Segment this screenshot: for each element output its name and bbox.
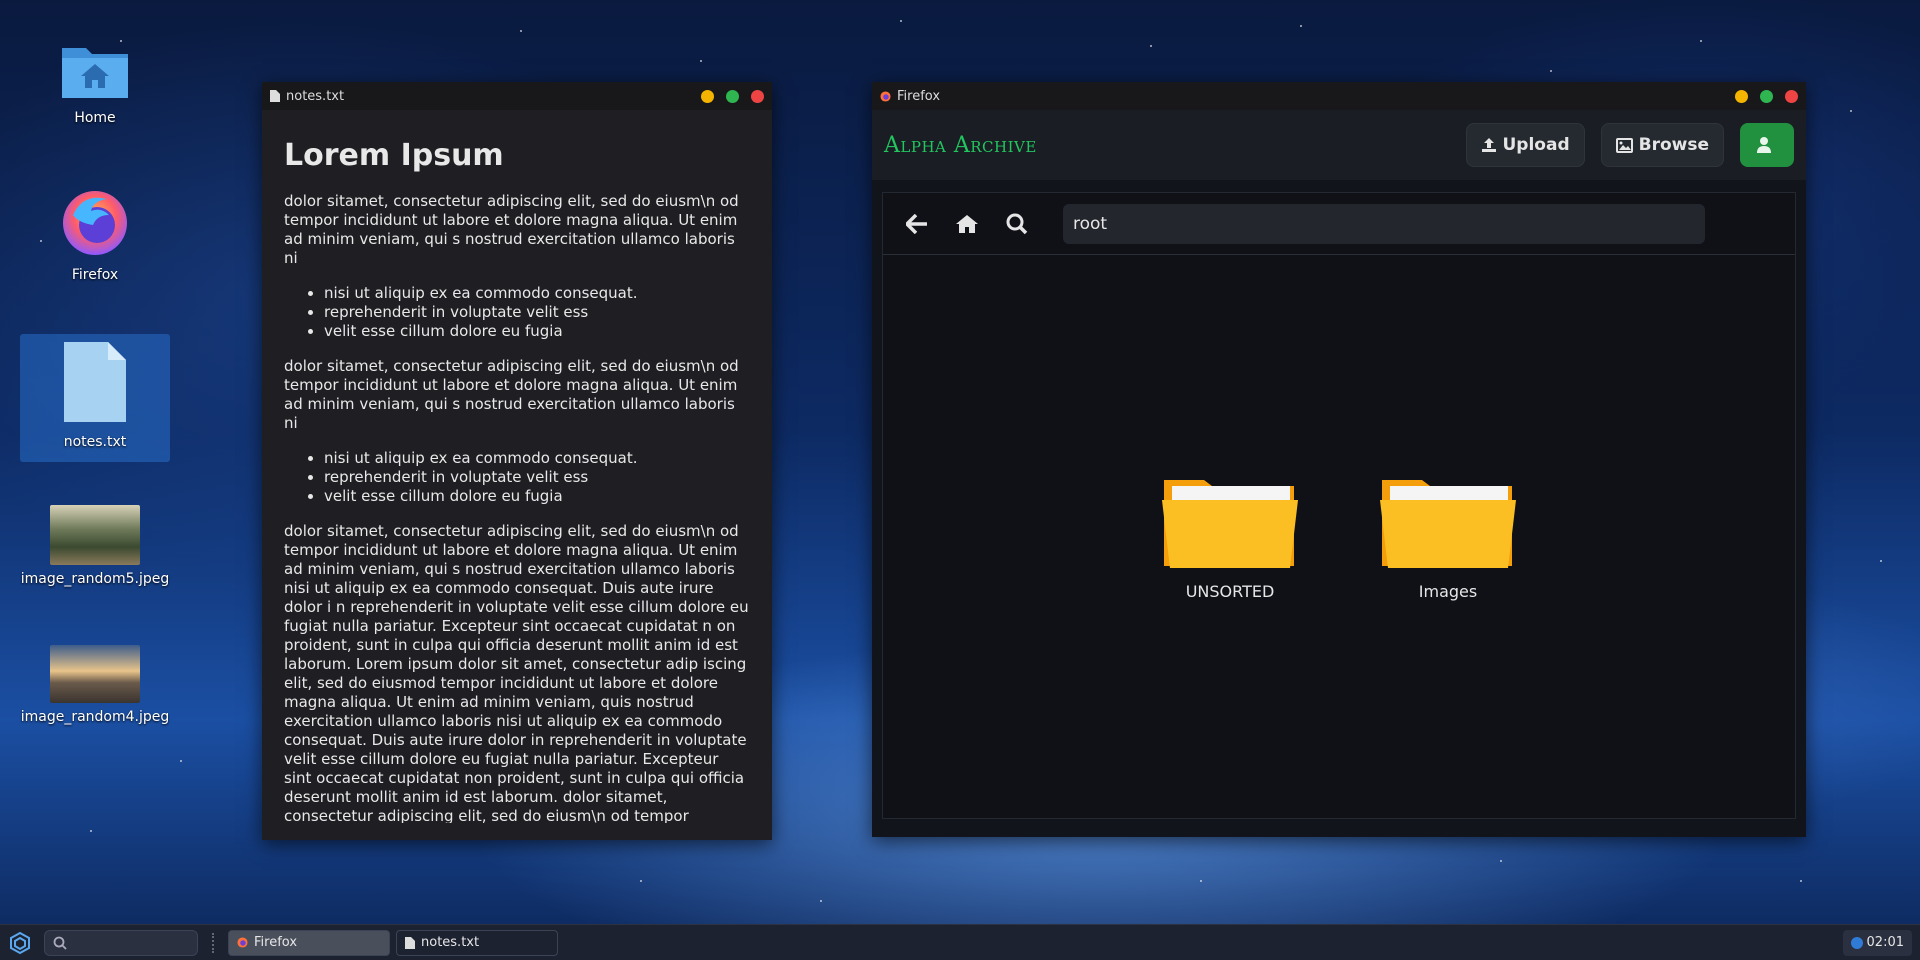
- window-title: Firefox: [897, 88, 941, 104]
- start-menu-icon[interactable]: [8, 931, 32, 955]
- firefox-icon: [63, 191, 127, 255]
- browse-label: Browse: [1638, 135, 1709, 155]
- file-icon: [405, 936, 415, 949]
- notes-paragraph: dolor sitamet, consectetur adipiscing el…: [284, 357, 739, 432]
- notes-window: notes.txt Lorem Ipsum dolor sitamet, con…: [262, 82, 772, 840]
- list-item: nisi ut aliquip ex ea commodo consequat.: [324, 449, 750, 468]
- desktop-icon-image5[interactable]: image_random5.jpeg: [20, 505, 170, 605]
- folder-label: UNSORTED: [1185, 582, 1275, 601]
- notes-list: nisi ut aliquip ex ea commodo consequat.…: [324, 449, 750, 506]
- folder-item[interactable]: Images: [1373, 478, 1523, 601]
- image-thumbnail: [50, 645, 140, 703]
- clock-time: 02:01: [1866, 935, 1904, 950]
- image-icon: [1615, 137, 1633, 153]
- list-item: velit esse cillum dolore eu fugia: [324, 487, 750, 506]
- taskbar: Firefox notes.txt 02:01: [0, 924, 1920, 960]
- desktop-icon-image4[interactable]: image_random4.jpeg: [20, 645, 170, 745]
- home-button[interactable]: [953, 210, 981, 238]
- web-page: Alpha Archive Upload Browse root UNSORTE…: [872, 110, 1806, 837]
- app-header: Alpha Archive Upload Browse: [872, 110, 1806, 180]
- list-item: nisi ut aliquip ex ea commodo consequat.: [324, 284, 750, 303]
- image-thumbnail: [50, 505, 140, 565]
- search-button[interactable]: [1003, 210, 1031, 238]
- notes-list: nisi ut aliquip ex ea commodo consequat.…: [324, 284, 750, 341]
- search-icon: [53, 936, 67, 950]
- arrow-left-icon: [906, 213, 927, 234]
- browse-button[interactable]: Browse: [1600, 123, 1724, 167]
- taskbar-item-notes[interactable]: notes.txt: [396, 929, 558, 956]
- desktop-icon-firefox[interactable]: Firefox: [20, 185, 170, 295]
- folder-icon: [1380, 480, 1516, 568]
- firefox-titlebar[interactable]: Firefox: [872, 82, 1806, 110]
- home-folder-icon: [62, 48, 128, 98]
- list-item: reprehenderit in voluptate velit ess: [324, 303, 750, 322]
- desktop-icon-notes[interactable]: notes.txt: [20, 334, 170, 462]
- taskbar-item-label: Firefox: [254, 935, 298, 950]
- path-input[interactable]: [1063, 203, 1705, 244]
- search-icon: [1006, 213, 1028, 234]
- firefox-small-icon: [880, 90, 891, 102]
- user-icon: [1757, 137, 1771, 153]
- taskbar-item-firefox[interactable]: Firefox: [228, 929, 390, 956]
- desktop-icon-label: Firefox: [71, 267, 119, 283]
- close-button[interactable]: [751, 89, 764, 103]
- desktop-icon-label: Home: [74, 110, 116, 126]
- list-item: velit esse cillum dolore eu fugia: [324, 322, 750, 341]
- file-icon: [270, 90, 280, 102]
- maximize-button[interactable]: [726, 89, 739, 103]
- folder-label: Images: [1418, 582, 1478, 601]
- minimize-button[interactable]: [701, 89, 714, 103]
- file-browser-panel: UNSORTED Images: [882, 192, 1796, 819]
- notes-content[interactable]: Lorem Ipsum dolor sitamet, consectetur a…: [262, 110, 772, 823]
- browser-toolbar: [883, 193, 1795, 255]
- taskbar-item-label: notes.txt: [421, 935, 480, 950]
- folder-icon: [1162, 480, 1298, 568]
- status-icon: [1850, 936, 1863, 949]
- desktop-icon-home[interactable]: Home: [20, 40, 170, 140]
- list-item: reprehenderit in voluptate velit ess: [324, 468, 750, 487]
- minimize-button[interactable]: [1735, 89, 1748, 103]
- notes-heading: Lorem Ipsum: [284, 138, 504, 173]
- text-file-icon: [64, 342, 126, 422]
- close-button[interactable]: [1785, 89, 1798, 103]
- desktop-icon-label: image_random4.jpeg: [20, 709, 170, 725]
- firefox-small-icon: [237, 937, 248, 948]
- user-button[interactable]: [1740, 123, 1794, 167]
- upload-icon: [1481, 138, 1496, 152]
- folder-item[interactable]: UNSORTED: [1155, 478, 1305, 601]
- notes-titlebar[interactable]: notes.txt: [262, 82, 772, 110]
- taskbar-clock[interactable]: 02:01: [1842, 929, 1912, 956]
- desktop-icon-label: image_random5.jpeg: [20, 571, 170, 587]
- app-logo[interactable]: Alpha Archive: [884, 133, 1450, 158]
- notes-paragraph: dolor sitamet, consectetur adipiscing el…: [284, 192, 739, 267]
- home-icon: [956, 214, 978, 233]
- taskbar-search[interactable]: [44, 929, 198, 956]
- desktop-icon-label: notes.txt: [63, 434, 127, 450]
- maximize-button[interactable]: [1760, 89, 1773, 103]
- notes-paragraph: dolor sitamet, consectetur adipiscing el…: [284, 522, 749, 823]
- window-title: notes.txt: [286, 88, 345, 104]
- back-button[interactable]: [903, 210, 931, 238]
- upload-label: Upload: [1502, 135, 1570, 155]
- taskbar-separator: [212, 932, 214, 953]
- firefox-window: Firefox Alpha Archive Upload Browse root…: [872, 82, 1806, 837]
- upload-button[interactable]: Upload: [1465, 123, 1585, 167]
